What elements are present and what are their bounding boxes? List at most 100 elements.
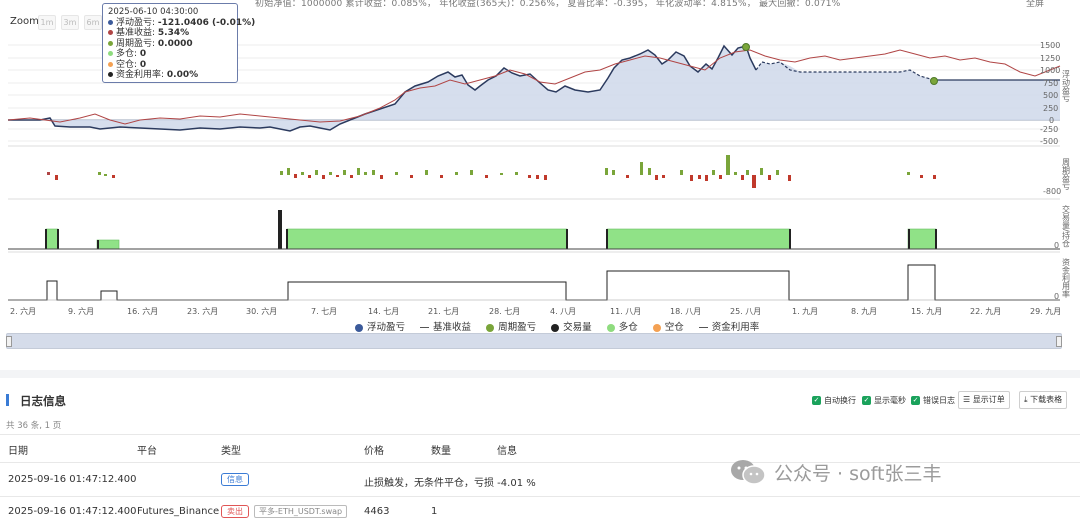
table-top-border: [0, 434, 1080, 435]
auto-wrap-toggle[interactable]: ✓ 自动换行: [812, 392, 856, 408]
trade-marker-open[interactable]: [742, 43, 750, 51]
y-tick: 0: [1049, 116, 1054, 125]
legend-item-volume[interactable]: 交易量: [551, 319, 592, 333]
log-section-title: 日志信息: [20, 394, 66, 408]
col-header-type[interactable]: 类型: [221, 442, 241, 457]
navigator-right-handle[interactable]: [1056, 336, 1062, 347]
show-orders-button[interactable]: ☰ 显示订单: [958, 391, 1010, 409]
section-divider: [0, 370, 1080, 378]
cell-price: 4463: [364, 506, 390, 517]
x-tick: 28. 七月: [489, 307, 520, 316]
watermark-text: 公众号 · soft张三丰: [774, 462, 942, 485]
log-count: 共 36 条, 1 页: [6, 421, 62, 431]
col-header-platform[interactable]: 平台: [137, 442, 157, 457]
cell-date: 2025-09-16 01:47:12.400: [8, 474, 137, 485]
axis-label-main: 浮动盈亏: [1062, 69, 1071, 103]
y-tick: 750: [1043, 79, 1058, 88]
x-tick: 22. 九月: [970, 307, 1001, 316]
x-tick: 11. 八月: [610, 307, 641, 316]
x-tick: 21. 七月: [428, 307, 459, 316]
legend-item-period-pnl[interactable]: 周期盈亏: [486, 319, 536, 333]
range-navigator[interactable]: [6, 333, 1062, 349]
x-tick: 18. 八月: [670, 307, 701, 316]
y-tick: 250: [1043, 104, 1058, 113]
x-tick: 2. 六月: [10, 306, 36, 316]
legend-item-floating-pnl[interactable]: 浮动盈亏: [355, 319, 405, 333]
error-log-toggle[interactable]: ✓ 错误日志: [911, 392, 955, 408]
tooltip-row: 空仓: 0: [108, 60, 232, 71]
tooltip-row: 多仓: 0: [108, 49, 232, 60]
col-header-price[interactable]: 价格: [364, 442, 384, 457]
legend-item-long[interactable]: 多仓: [606, 319, 638, 333]
x-tick: 25. 八月: [730, 307, 761, 316]
series-dot-icon: [108, 61, 113, 67]
wechat-watermark: 公众号 · soft张三丰: [730, 458, 941, 486]
util-tick: 0: [1054, 292, 1059, 301]
series-dot-icon: [108, 72, 113, 77]
cell-info: 止损触发，无条件平仓，亏损 -4.01 %: [364, 478, 536, 489]
y-tick: 1250: [1040, 54, 1060, 63]
list-icon: ☰: [963, 395, 973, 404]
period-pnl-bars: [47, 155, 936, 188]
x-tick: 1. 九月: [792, 307, 818, 316]
capital-utilization-line: [8, 264, 1060, 301]
cell-amount: 1: [431, 506, 438, 517]
main-y-axis: 1500 1250 1000 750 500 250 0 -250 -500: [1040, 41, 1060, 146]
col-header-info[interactable]: 信息: [497, 442, 517, 457]
legend-line-icon: [420, 327, 430, 328]
x-tick: 29. 九月: [1030, 307, 1061, 316]
x-tick: 8. 九月: [851, 307, 877, 316]
series-dot-icon: [108, 30, 113, 35]
tooltip-row: 资金利用率: 0.00%: [108, 70, 232, 81]
series-dot-icon: [108, 40, 113, 46]
checkbox-checked-icon: ✓: [862, 395, 871, 405]
show-ms-toggle[interactable]: ✓ 显示毫秒: [862, 392, 906, 408]
symbol-badge: 平多-ETH_USDT.swap: [254, 505, 348, 518]
type-badge: 信息: [221, 473, 249, 486]
x-tick: 14. 七月: [368, 307, 399, 316]
y-tick: -500: [1040, 137, 1058, 146]
x-tick: 23. 六月: [187, 306, 218, 316]
checkbox-checked-icon: ✓: [812, 395, 821, 405]
legend-dot-icon: [551, 323, 560, 332]
y-tick: 500: [1043, 91, 1058, 100]
tooltip-date: 2025-06-10 04:30:00: [108, 7, 199, 17]
legend-dot-icon: [355, 323, 363, 332]
download-table-button[interactable]: ⤓ 下载表格: [1019, 391, 1068, 409]
tooltip-row: 基准收益: 5.34%: [108, 28, 232, 39]
x-tick: 30. 六月: [246, 306, 277, 316]
x-tick: 4. 八月: [550, 307, 576, 316]
wechat-logo-icon: [730, 458, 766, 486]
tooltip-row: 浮动盈亏: -121.0406 (-0.01%): [108, 18, 255, 29]
chart-legend: 浮动盈亏 基准收益 周期盈亏 交易量 多仓 空仓 资金利用率: [355, 319, 771, 333]
long-position-blocks: [45, 228, 937, 250]
legend-item-short[interactable]: 空仓: [652, 319, 684, 333]
x-tick: 15. 九月: [911, 307, 942, 316]
trade-marker-close[interactable]: [930, 77, 938, 85]
y-tick: -250: [1040, 125, 1058, 134]
table-row[interactable]: 2025-09-16 01:47:12.400 Futures_Binance …: [0, 497, 1080, 521]
col-header-date[interactable]: 日期: [8, 442, 28, 457]
y-tick: 1500: [1040, 41, 1060, 50]
series-dot-icon: [108, 19, 113, 25]
x-tick: 16. 六月: [127, 306, 158, 316]
section-accent-bar: [6, 394, 9, 406]
period-tick: -800: [1043, 187, 1061, 196]
checkbox-checked-icon: ✓: [911, 395, 920, 405]
legend-dot-icon: [606, 323, 615, 332]
legend-item-benchmark[interactable]: 基准收益: [420, 319, 471, 333]
tooltip-row: 周期盈亏: 0.0000: [108, 39, 232, 50]
chart-tooltip: 2025-06-10 04:30:00 浮动盈亏: -121.0406 (-0.…: [102, 3, 255, 83]
col-header-amount[interactable]: 数量: [431, 442, 451, 457]
navigator-left-handle[interactable]: [6, 336, 12, 347]
y-tick: 1000: [1040, 66, 1060, 75]
type-badge: 卖出: [221, 505, 249, 518]
legend-dot-icon: [486, 323, 495, 332]
legend-item-utilization[interactable]: 资金利用率: [698, 319, 759, 333]
x-axis: 2. 六月 9. 六月 16. 六月 23. 六月 30. 六月 7. 七月 1…: [10, 306, 1061, 316]
trades-tick: 0: [1054, 241, 1059, 250]
legend-dot-icon: [652, 323, 661, 332]
x-tick: 7. 七月: [311, 307, 337, 316]
legend-line-icon: [698, 327, 708, 328]
axis-label-util: 资金利用率: [1062, 257, 1071, 299]
